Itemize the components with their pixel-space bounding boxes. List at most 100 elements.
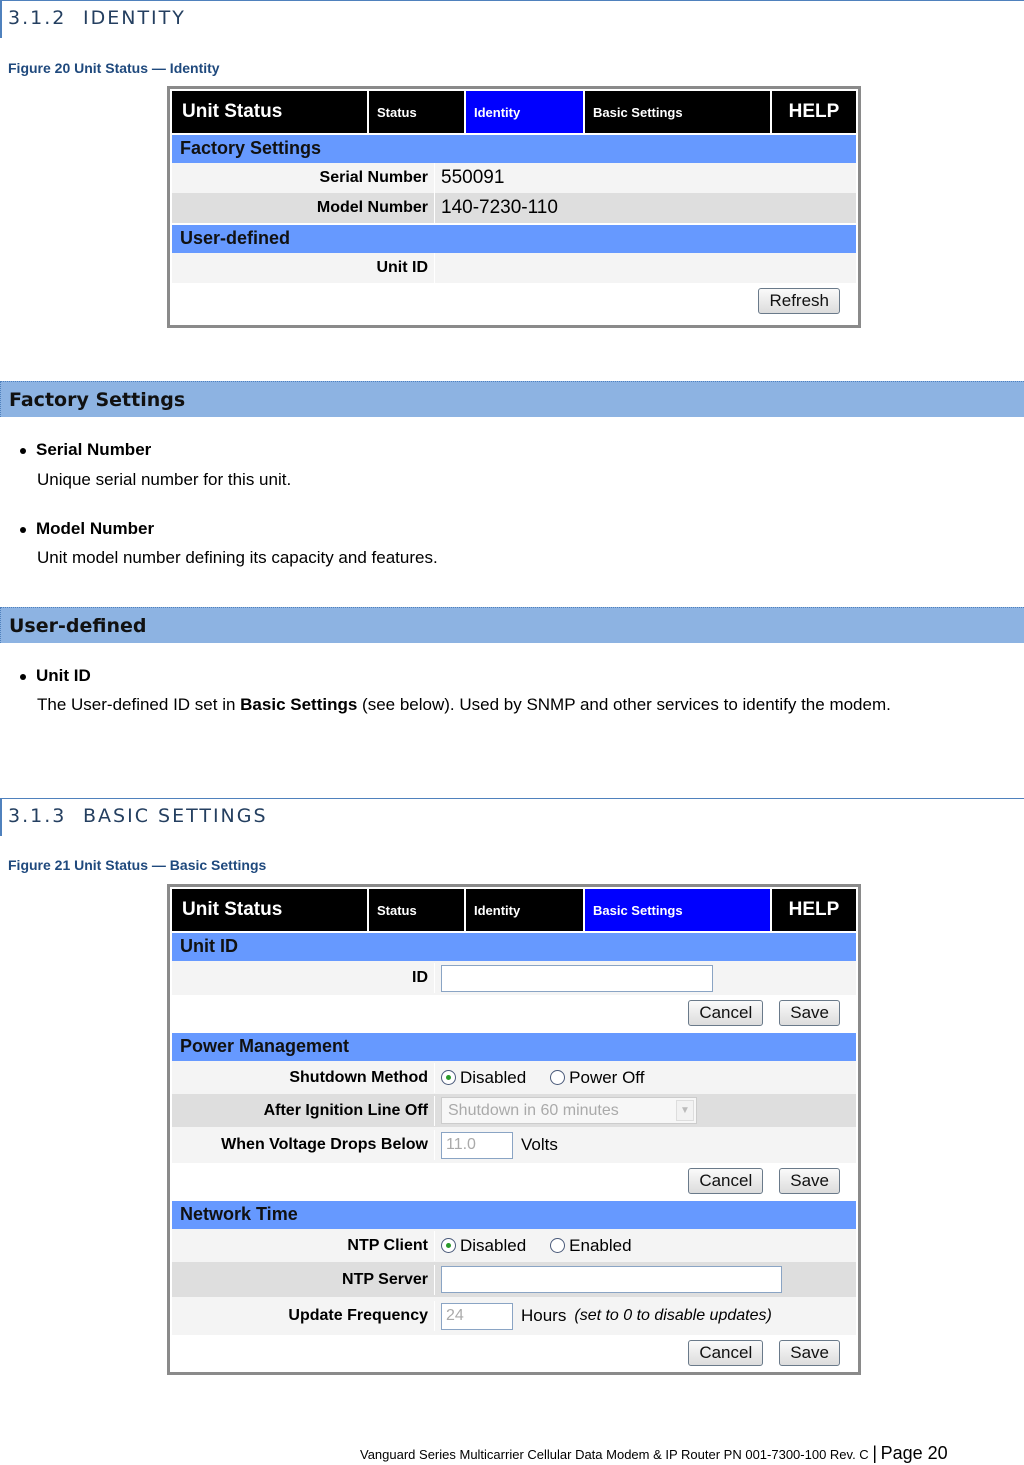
section-title: BASIC SETTINGS [83, 805, 268, 827]
voltage-label: When Voltage Drops Below [221, 1136, 428, 1153]
chevron-down-icon: ▼ [676, 1100, 694, 1121]
band-user-defined: User-defined [0, 607, 1024, 643]
serial-value: 550091 [434, 163, 856, 193]
radio-unselected-icon [550, 1238, 566, 1253]
serial-row: Serial Number 550091 [172, 163, 856, 193]
refresh-button[interactable]: Refresh [758, 288, 840, 314]
shutdown-poweroff-radio[interactable]: Power Off [550, 1068, 644, 1088]
ntp-server-row: NTP Server [172, 1262, 856, 1297]
desc-text: The User-defined ID set in [37, 695, 241, 714]
radio-label: Disabled [460, 1235, 527, 1255]
basic-settings-screenshot: Unit Status Status Identity Basic Settin… [167, 884, 861, 1375]
update-unit: Hours [521, 1306, 567, 1325]
cancel-button[interactable]: Cancel [688, 1168, 764, 1194]
tab-status[interactable]: Status [369, 91, 466, 133]
section-heading-basic-settings: 3.1.3 BASIC SETTINGS [0, 798, 1024, 836]
ntp-client-label: NTP Client [347, 1236, 428, 1254]
ignition-row: After Ignition Line Off Shutdown in 60 m… [172, 1094, 856, 1127]
section-number: 3.1.2 [8, 7, 67, 29]
description: Unique serial number for this unit. [37, 470, 292, 489]
bullet-icon [20, 673, 26, 680]
term: Model Number [36, 519, 155, 538]
ignition-label: After Ignition Line Off [263, 1101, 428, 1119]
cancel-button[interactable]: Cancel [688, 1340, 764, 1366]
radio-selected-icon [441, 1238, 456, 1253]
desc-text: (see below). Used by SNMP and other serv… [357, 695, 891, 714]
section-header-power-management: Power Management [172, 1033, 856, 1061]
tab-identity[interactable]: Identity [466, 91, 585, 133]
page-number: Page 20 [880, 1443, 948, 1463]
nav-title: Unit Status [172, 889, 369, 931]
section-header-user-defined: User-defined [172, 225, 856, 253]
tab-status[interactable]: Status [369, 889, 466, 931]
ntp-server-input[interactable] [441, 1266, 782, 1293]
cancel-button[interactable]: Cancel [688, 1000, 764, 1026]
model-row: Model Number 140-7230-110 [172, 193, 856, 223]
nav-title: Unit Status [172, 91, 369, 133]
update-frequency-input[interactable] [441, 1302, 513, 1330]
description: Unit model number defining its capacity … [37, 548, 438, 567]
section-number: 3.1.3 [8, 805, 67, 827]
id-label: ID [412, 969, 428, 986]
tab-identity[interactable]: Identity [466, 889, 585, 931]
voltage-row: When Voltage Drops Below Volts [172, 1127, 856, 1163]
model-label: Model Number [316, 199, 428, 216]
save-button[interactable]: Save [779, 1000, 840, 1026]
save-button[interactable]: Save [779, 1340, 840, 1366]
update-hint: (set to 0 to disable updates) [574, 1307, 772, 1324]
figure-caption: Figure 21 Unit Status — Basic Settings [8, 857, 267, 873]
footer-text: Vanguard Series Multicarrier Cellular Da… [360, 1447, 869, 1462]
unit-id-value [434, 253, 856, 283]
identity-screenshot: Unit Status Status Identity Basic Settin… [167, 86, 861, 328]
nav-bar: Unit Status Status Identity Basic Settin… [172, 889, 856, 931]
update-frequency-row: Update Frequency Hours (set to 0 to disa… [172, 1297, 856, 1335]
list-item: Unit ID [20, 666, 91, 686]
ntp-client-row: NTP Client Disabled Enabled [172, 1229, 856, 1262]
unit-id-row: Unit ID [172, 253, 856, 283]
ignition-select[interactable]: Shutdown in 60 minutes ▼ [441, 1097, 697, 1124]
update-frequency-label: Update Frequency [288, 1307, 428, 1324]
shutdown-disabled-radio[interactable]: Disabled [441, 1068, 526, 1088]
voltage-input[interactable] [441, 1131, 513, 1159]
term: Serial Number [36, 440, 152, 459]
radio-unselected-icon [550, 1070, 566, 1085]
id-input[interactable] [441, 964, 713, 992]
bullet-icon [20, 447, 26, 454]
radio-label: Disabled [460, 1067, 527, 1087]
list-item: Serial Number [20, 440, 151, 460]
id-row: ID [172, 961, 856, 995]
tab-basic-settings[interactable]: Basic Settings [585, 91, 772, 133]
model-value: 140-7230-110 [434, 193, 856, 223]
bullet-icon [20, 526, 26, 533]
footer-separator: | [872, 1443, 877, 1463]
section-title: IDENTITY [83, 7, 186, 29]
ntp-server-label: NTP Server [342, 1270, 428, 1288]
nav-bar: Unit Status Status Identity Basic Settin… [172, 91, 856, 133]
ntp-disabled-radio[interactable]: Disabled [441, 1236, 526, 1256]
description: The User-defined ID set in Basic Setting… [37, 695, 891, 715]
section-header-factory: Factory Settings [172, 135, 856, 163]
section-header-network-time: Network Time [172, 1201, 856, 1229]
select-value: Shutdown in 60 minutes [448, 1101, 619, 1119]
voltage-unit: Volts [521, 1135, 558, 1154]
save-button[interactable]: Save [779, 1168, 840, 1194]
radio-label: Power Off [569, 1067, 645, 1087]
desc-bold: Basic Settings [240, 695, 358, 714]
section-header-unit-id: Unit ID [172, 933, 856, 961]
help-button[interactable]: HELP [772, 91, 856, 133]
shutdown-method-label: Shutdown Method [289, 1068, 428, 1086]
ntp-enabled-radio[interactable]: Enabled [550, 1235, 632, 1256]
radio-selected-icon [441, 1070, 456, 1085]
tab-basic-settings[interactable]: Basic Settings [585, 889, 772, 931]
radio-label: Enabled [569, 1235, 632, 1255]
section-heading-identity: 3.1.2 IDENTITY [0, 0, 1024, 38]
page-footer: Vanguard Series Multicarrier Cellular Da… [360, 1443, 948, 1464]
band-factory-settings: Factory Settings [0, 381, 1024, 417]
help-button[interactable]: HELP [772, 889, 856, 931]
serial-label: Serial Number [319, 169, 428, 186]
list-item: Model Number [20, 519, 154, 539]
term: Unit ID [36, 666, 91, 685]
unit-id-label: Unit ID [376, 259, 428, 276]
figure-caption: Figure 20 Unit Status — Identity [8, 60, 220, 76]
shutdown-method-row: Shutdown Method Disabled Power Off [172, 1061, 856, 1094]
